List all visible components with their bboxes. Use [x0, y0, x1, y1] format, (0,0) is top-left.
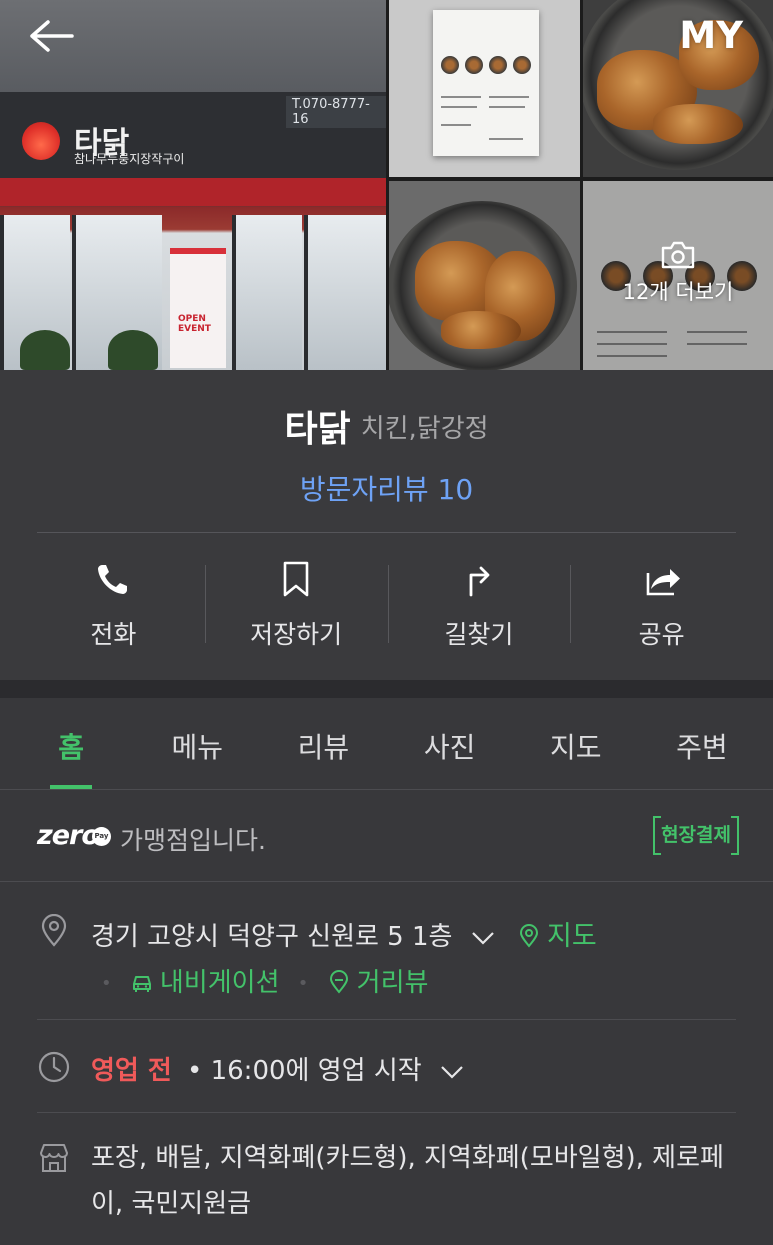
location-pin-icon: [41, 914, 67, 947]
open-event-banner: OPEN EVENT: [170, 248, 226, 368]
menu-line: [489, 138, 523, 140]
section-gap: [0, 680, 773, 698]
menu-dish: [465, 56, 483, 74]
zeropay-text: 가맹점입니다.: [120, 826, 266, 855]
sign-phone: T.070-8777-16: [286, 96, 386, 128]
shop-window: [232, 215, 302, 370]
hours-status: 영업 전: [91, 1056, 172, 1086]
share-button[interactable]: 공유: [570, 555, 753, 655]
menu-line: [441, 106, 477, 108]
menu-dish: [441, 56, 459, 74]
hours-row[interactable]: 영업 전 • 16:00에 영업 시작: [37, 1026, 736, 1113]
tab-nearby[interactable]: 주변: [639, 698, 765, 789]
chicken-photo[interactable]: [583, 0, 773, 177]
clock-icon: [38, 1051, 70, 1083]
services-text: 포장, 배달, 지역화폐(카드형), 지역화폐(모바일형), 제로페이, 국민지…: [91, 1143, 724, 1219]
zeropay-row: zero Pay 가맹점입니다. 현장결제: [0, 790, 773, 882]
call-button[interactable]: 전화: [22, 555, 205, 655]
save-button[interactable]: 저장하기: [204, 555, 388, 655]
title-row: 타닭 치킨,닭강정: [0, 400, 773, 452]
sign-subtitle: 참나무누룽지장작구이: [74, 152, 185, 166]
directions-button[interactable]: 길찾기: [387, 555, 571, 655]
roast-chicken: [653, 104, 743, 144]
services-row: 포장, 배달, 지역화폐(카드형), 지역화폐(모바일형), 제로페이, 국민지…: [37, 1135, 736, 1235]
more-photos-button[interactable]: 12개 더보기: [583, 240, 773, 306]
address-line[interactable]: 경기 고양시 덕양구 신원로 5 1층 지도: [91, 914, 597, 953]
tab-menu[interactable]: 메뉴: [134, 698, 260, 789]
zeropay-logo: zero: [37, 820, 100, 851]
street-view-label: 거리뷰: [356, 968, 429, 998]
bookmark-icon: [283, 561, 309, 597]
shop-window: [304, 215, 386, 370]
menu-line: [489, 106, 525, 108]
phone-icon: [98, 565, 128, 594]
back-arrow-icon[interactable]: [28, 18, 74, 54]
roast-chicken: [441, 311, 521, 349]
menu-dish: [513, 56, 531, 74]
more-photos-label: 12개 더보기: [622, 280, 734, 304]
store-icon: [40, 1144, 68, 1172]
photo-gallery[interactable]: 타닭 참나무누룽지장작구이 T.070-8777-16 OPEN EVENT M…: [0, 0, 773, 370]
tab-map[interactable]: 지도: [513, 698, 639, 789]
hours-text: • 16:00에 영업 시작: [187, 1050, 464, 1087]
visitor-review-link[interactable]: 방문자리뷰 10: [0, 468, 773, 508]
map-link[interactable]: 지도: [517, 921, 597, 952]
banner-text: OPEN EVENT: [178, 314, 211, 334]
store-details: zero Pay 가맹점입니다. 현장결제 경기 고양시 덕양구 신원로 5 1…: [0, 790, 773, 1245]
awning: [0, 178, 386, 206]
dot-separator: •: [297, 973, 309, 994]
address-row: 경기 고양시 덕양구 신원로 5 1층 지도 • 내비게이션 • 거리뷰: [37, 910, 736, 1020]
car-icon: [132, 976, 151, 992]
directions-icon: [469, 566, 490, 597]
action-label: 전화: [90, 620, 137, 649]
tab-review[interactable]: 리뷰: [260, 698, 386, 789]
tab-bar: 홈 메뉴 리뷰 사진 지도 주변: [0, 698, 773, 790]
storefront-photo[interactable]: 타닭 참나무누룽지장작구이 T.070-8777-16 OPEN EVENT: [0, 0, 386, 370]
map-pin-icon: [519, 924, 538, 948]
navigation-label: 내비게이션: [159, 968, 280, 998]
menu-paper: [433, 10, 539, 156]
tab-photo[interactable]: 사진: [387, 698, 513, 789]
action-bar: 전화 저장하기 길찾기 공유: [22, 555, 753, 655]
menu-dish: [489, 56, 507, 74]
action-label: 공유: [638, 620, 685, 649]
dot-separator: •: [101, 973, 112, 994]
address-text: 경기 고양시 덕양구 신원로 5 1층: [91, 922, 453, 952]
camera-icon: [661, 241, 695, 269]
store-name: 타닭: [284, 409, 351, 450]
plant: [108, 330, 158, 370]
navigation-link[interactable]: 내비게이션: [130, 968, 288, 998]
flame-logo: [22, 122, 60, 160]
map-link-label: 지도: [546, 921, 597, 952]
chevron-down-icon[interactable]: [440, 1065, 464, 1079]
action-label: 길찾기: [444, 620, 514, 649]
share-icon: [646, 569, 680, 596]
store-category: 치킨,닭강정: [360, 413, 489, 444]
action-label: 저장하기: [250, 620, 343, 649]
address-sub-links: • 내비게이션 • 거리뷰: [91, 962, 428, 999]
plant: [20, 330, 70, 370]
store-header: 타닭 치킨,닭강정 방문자리뷰 10 전화 저장하기 길찾기 공유: [0, 370, 773, 680]
street-view-icon: [329, 970, 348, 994]
zeropay-logo-badge: Pay: [92, 827, 111, 846]
chevron-down-icon[interactable]: [471, 931, 495, 945]
hours-opening-text: • 16:00에 영업 시작: [187, 1056, 422, 1086]
tab-home[interactable]: 홈: [8, 698, 134, 789]
menu-line: [441, 96, 481, 98]
menu-line: [441, 124, 471, 126]
divider: [37, 532, 736, 533]
my-button[interactable]: MY: [679, 14, 743, 57]
chicken-photo[interactable]: [389, 181, 580, 370]
menu-line: [489, 96, 529, 98]
street-view-link[interactable]: 거리뷰: [327, 968, 429, 998]
menu-photo[interactable]: [389, 0, 580, 177]
onsite-payment-badge: 현장결제: [653, 816, 739, 855]
